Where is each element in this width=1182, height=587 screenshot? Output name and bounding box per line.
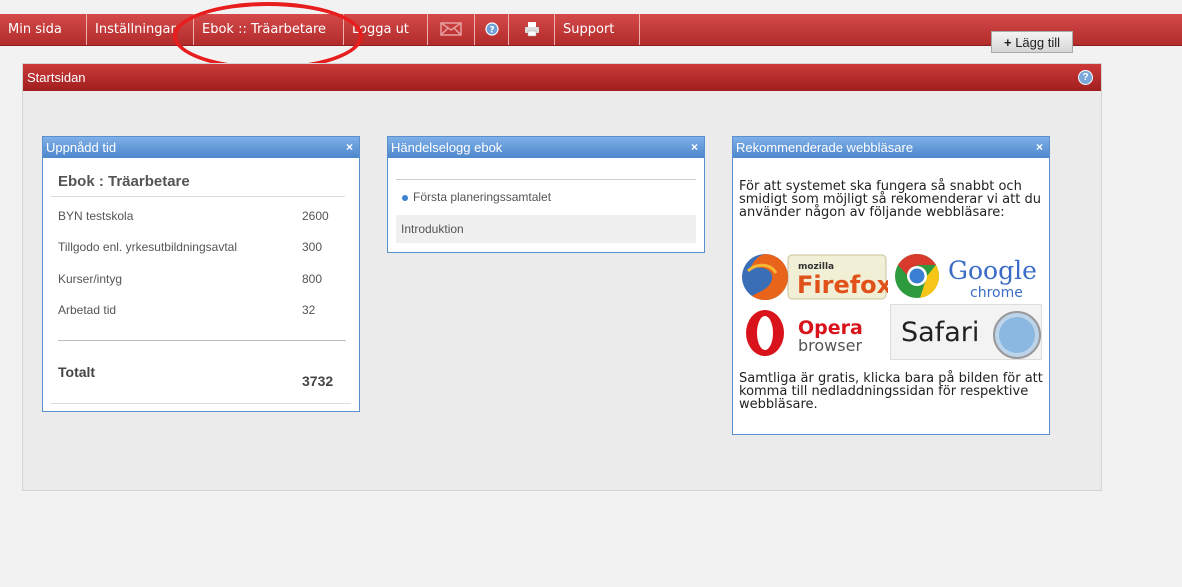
widget-header: Uppnådd tid × (43, 137, 359, 158)
plus-icon: + (1003, 35, 1012, 50)
svg-text:?: ? (489, 26, 494, 36)
row-label: BYN testskola (58, 209, 134, 223)
close-icon[interactable]: × (346, 137, 353, 158)
divider (51, 403, 351, 404)
nav-logga-ut[interactable]: Logga ut (344, 14, 428, 45)
widget-title: Händelselogg ebok (391, 140, 503, 155)
safari-logo[interactable]: Safari (890, 304, 1042, 360)
row-value: 32 (302, 303, 316, 317)
table-row: Kurser/intyg 800 (58, 272, 348, 286)
panel-help-icon[interactable]: ? (1078, 70, 1093, 85)
divider (396, 179, 696, 180)
widget-title: Uppnådd tid (46, 140, 117, 155)
help-icon[interactable]: ? (475, 14, 509, 45)
add-widget-button[interactable]: + Lägg till (991, 31, 1073, 53)
log-item[interactable]: Introduktion (396, 215, 696, 243)
row-value: 300 (302, 240, 323, 254)
table-row: Arbetad tid 32 (58, 303, 348, 317)
nav-ebok[interactable]: Ebok :: Träarbetare (194, 14, 344, 45)
log-item-label: Första planeringssamtalet (413, 190, 552, 204)
total-label: Totalt (58, 364, 96, 380)
row-label: Arbetad tid (58, 303, 117, 317)
divider (51, 196, 345, 197)
firefox-name-text: Firefox (797, 271, 888, 299)
opera-browser-text: browser (798, 336, 862, 355)
row-label: Kurser/intyg (58, 272, 123, 286)
mail-icon[interactable] (428, 14, 475, 45)
panel-header: Startsidan ? (23, 64, 1101, 91)
table-row: Tillgodo enl. yrkesutbildningsavtal 300 (58, 240, 348, 254)
nav-support[interactable]: Support (555, 14, 640, 45)
chrome-name-text: chrome (970, 285, 1023, 301)
firefox-logo[interactable]: mozilla Firefox (740, 251, 893, 303)
bullet-icon (402, 194, 408, 201)
widget-title: Rekommenderade webbläsare (736, 140, 914, 155)
widget-header: Rekommenderade webbläsare × (733, 137, 1049, 158)
divider (58, 340, 346, 341)
widget-uppnadd-tid: Uppnådd tid × Ebok : Träarbetare BYN tes… (42, 136, 360, 412)
ebok-title: Ebok : Träarbetare (58, 173, 190, 190)
nav-min-sida[interactable]: Min sida (0, 14, 87, 45)
outro-text: Samtliga är gratis, klicka bara på bilde… (739, 371, 1043, 412)
widget-handelselogg: Händelselogg ebok × Första planeringssam… (387, 136, 705, 253)
total-value: 3732 (302, 373, 334, 389)
opera-logo[interactable]: Opera browser (740, 306, 888, 358)
row-value: 800 (302, 272, 323, 286)
print-icon[interactable] (509, 14, 555, 45)
chrome-google-text: Google (948, 256, 1037, 285)
add-widget-label: Lägg till (1015, 35, 1061, 50)
close-icon[interactable]: × (691, 137, 698, 158)
page-title: Startsidan (27, 70, 86, 85)
nav-installningar[interactable]: Inställningar (87, 14, 194, 45)
safari-name-text: Safari (901, 317, 979, 348)
row-label: Tillgodo enl. yrkesutbildningsavtal (58, 240, 237, 254)
intro-text: För att systemet ska fungera så snabbt o… (739, 179, 1041, 220)
row-value: 2600 (302, 209, 329, 223)
widget-header: Händelselogg ebok × (388, 137, 704, 158)
close-icon[interactable]: × (1036, 137, 1043, 158)
log-item[interactable]: Första planeringssamtalet (402, 190, 551, 204)
chrome-logo[interactable]: Google chrome (890, 251, 1042, 303)
table-row: BYN testskola 2600 (58, 209, 348, 223)
